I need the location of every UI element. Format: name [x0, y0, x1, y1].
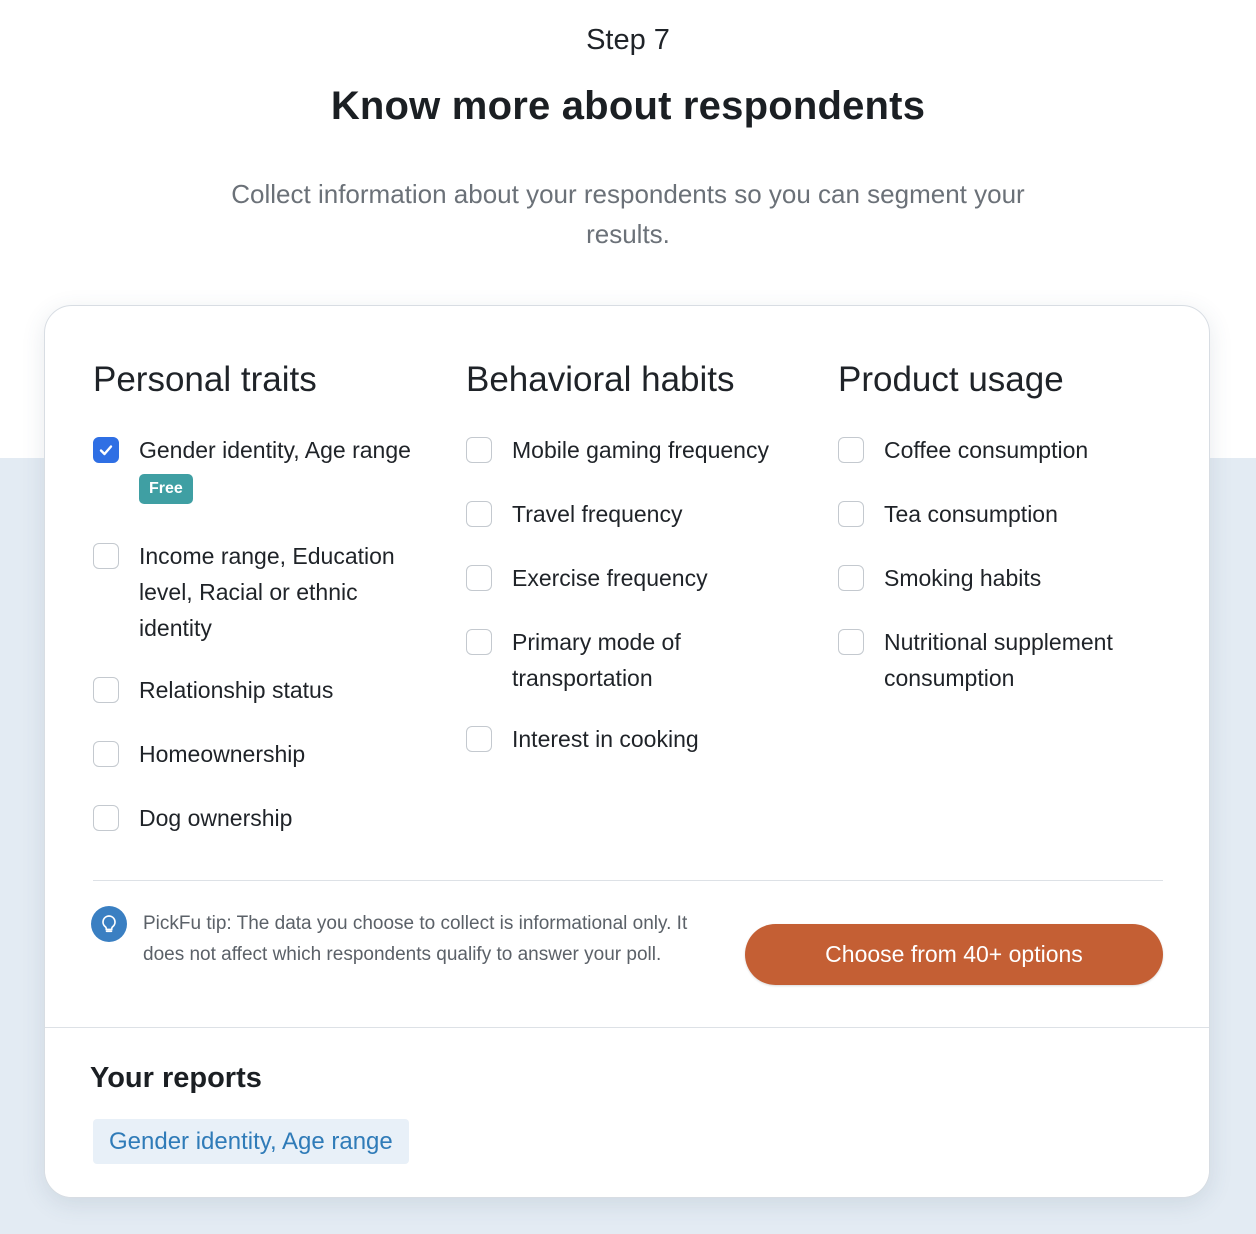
checkbox[interactable] — [466, 501, 492, 527]
checkbox[interactable] — [466, 565, 492, 591]
lightbulb-icon — [91, 906, 127, 942]
option-coffee[interactable]: Coffee consumption — [838, 432, 1178, 468]
option-label: Income range, Education level, Racial or… — [139, 543, 395, 641]
column-title: Product usage — [838, 360, 1064, 399]
checkbox[interactable] — [93, 543, 119, 569]
option-label: Coffee consumption — [884, 437, 1089, 463]
checkbox[interactable] — [93, 805, 119, 831]
step-indicator: Step 7 — [586, 24, 670, 56]
option-travel-frequency[interactable]: Travel frequency — [466, 496, 806, 532]
option-cooking-interest[interactable]: Interest in cooking — [466, 721, 806, 757]
your-reports-section: Your reports Gender identity, Age range — [45, 1027, 1209, 1197]
option-tea[interactable]: Tea consumption — [838, 496, 1178, 532]
column-title: Behavioral habits — [466, 360, 735, 399]
option-label: Interest in cooking — [512, 726, 699, 752]
checkbox[interactable] — [838, 629, 864, 655]
option-smoking[interactable]: Smoking habits — [838, 560, 1178, 596]
column-personal-traits: Personal traits Gender identity, Age ran… — [93, 356, 433, 836]
checkmark-icon — [99, 445, 113, 456]
option-label: Mobile gaming frequency — [512, 437, 769, 463]
checkbox[interactable] — [93, 741, 119, 767]
option-supplements[interactable]: Nutritional supplement consumption — [838, 624, 1178, 696]
checkbox[interactable] — [93, 677, 119, 703]
option-label: Smoking habits — [884, 565, 1042, 591]
option-homeownership[interactable]: Homeownership — [93, 736, 433, 772]
column-product-usage: Product usage Coffee consumption Tea con… — [838, 356, 1178, 696]
checkbox[interactable] — [466, 437, 492, 463]
option-income-education-race[interactable]: Income range, Education level, Racial or… — [93, 538, 433, 646]
reports-title: Your reports — [90, 1062, 262, 1094]
option-label: Gender identity, Age range — [139, 437, 411, 463]
option-transportation[interactable]: Primary mode of transportation — [466, 624, 806, 696]
page-title: Know more about respondents — [330, 84, 926, 128]
checkbox[interactable] — [466, 726, 492, 752]
option-label: Primary mode of transportation — [512, 629, 681, 691]
divider — [93, 880, 1163, 881]
option-relationship-status[interactable]: Relationship status — [93, 672, 433, 708]
checkbox[interactable] — [838, 501, 864, 527]
pickfu-tip: PickFu tip: The data you choose to colle… — [91, 906, 701, 970]
choose-more-options-button[interactable]: Choose from 40+ options — [745, 924, 1163, 985]
option-label: Dog ownership — [139, 805, 293, 831]
checkbox[interactable] — [838, 565, 864, 591]
free-badge: Free — [139, 474, 193, 504]
option-exercise-frequency[interactable]: Exercise frequency — [466, 560, 806, 596]
tip-text: PickFu tip: The data you choose to colle… — [143, 913, 688, 965]
checkbox-checked[interactable] — [93, 437, 119, 463]
column-title: Personal traits — [93, 360, 317, 399]
option-label: Nutritional supplement consumption — [884, 629, 1113, 691]
option-label: Homeownership — [139, 741, 306, 767]
options-card: Personal traits Gender identity, Age ran… — [44, 305, 1210, 1198]
option-gender-age[interactable]: Gender identity, Age range — [93, 432, 433, 468]
option-label: Travel frequency — [512, 501, 683, 527]
checkbox[interactable] — [838, 437, 864, 463]
page-subtitle: Collect information about your responden… — [231, 179, 1025, 249]
column-behavioral-habits: Behavioral habits Mobile gaming frequenc… — [466, 356, 806, 757]
option-dog-ownership[interactable]: Dog ownership — [93, 800, 433, 836]
option-mobile-gaming[interactable]: Mobile gaming frequency — [466, 432, 806, 468]
option-label: Relationship status — [139, 677, 334, 703]
option-label: Tea consumption — [884, 501, 1058, 527]
report-chip[interactable]: Gender identity, Age range — [93, 1119, 409, 1164]
option-label: Exercise frequency — [512, 565, 708, 591]
checkbox[interactable] — [466, 629, 492, 655]
